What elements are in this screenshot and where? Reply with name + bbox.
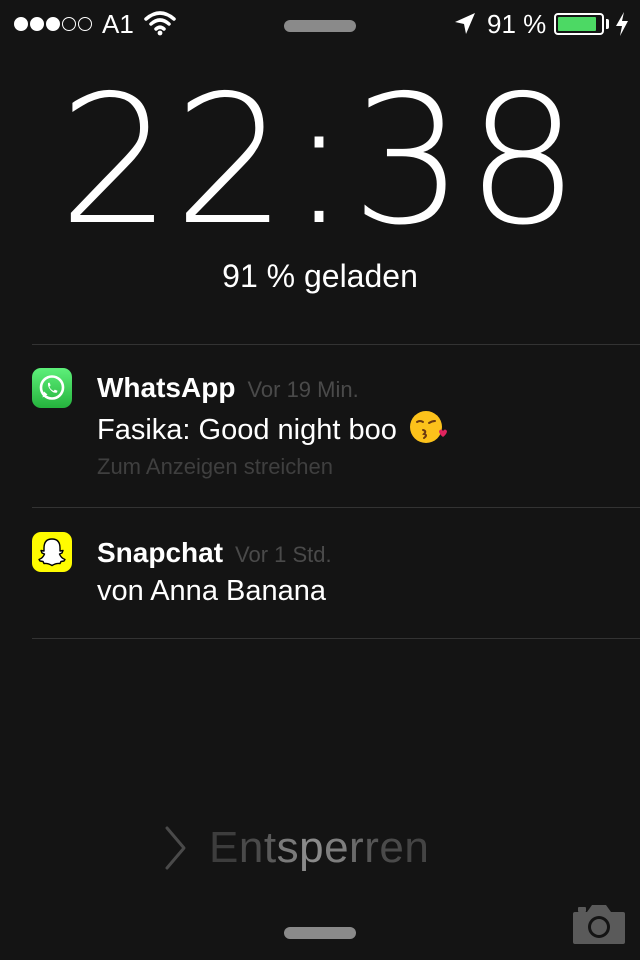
unlock-letter: s	[276, 823, 300, 872]
unlock-letter: n	[404, 823, 430, 872]
notification-snapchat[interactable]: Snapchat Vor 1 Std. von Anna Banana	[0, 508, 640, 638]
kissing-face-emoji-icon	[409, 411, 447, 443]
notification-message-row: Fasika: Good night boo	[97, 409, 447, 448]
notification-message: Fasika: Good night boo	[97, 414, 397, 446]
unlock-letter: E	[209, 823, 239, 872]
lock-screen-clock: 22:38	[0, 57, 640, 264]
notification-message: von Anna Banana	[97, 575, 326, 607]
battery-tip	[606, 19, 609, 29]
whatsapp-icon	[32, 368, 72, 408]
wifi-icon	[144, 11, 176, 36]
signal-dot-filled	[46, 17, 60, 31]
unlock-letter: r	[364, 823, 380, 872]
notification-whatsapp[interactable]: WhatsApp Vor 19 Min. Fasika: Good night b…	[0, 345, 640, 507]
unlock-letter: e	[379, 823, 405, 872]
clock-time: 22:38	[58, 57, 582, 264]
status-bar: A1 91 %	[0, 0, 640, 48]
carrier-name: A1	[102, 9, 134, 39]
control-center-grabber[interactable]	[284, 927, 356, 939]
notification-app-name: WhatsApp	[97, 372, 236, 403]
notification-center-grabber[interactable]	[284, 20, 356, 32]
signal-dot-empty	[78, 17, 92, 31]
signal-dot-filled	[14, 17, 28, 31]
signal-dot-filled	[30, 17, 44, 31]
unlock-label: Entsperren	[209, 822, 429, 874]
unlock-letter: p	[299, 823, 325, 872]
location-arrow-icon	[455, 13, 475, 34]
notification-app-name: Snapchat	[97, 537, 224, 568]
charging-status: 91 % geladen	[222, 258, 418, 294]
signal-strength-indicator	[14, 16, 92, 32]
snapchat-ghost-icon	[32, 532, 72, 572]
unlock-letter: r	[349, 823, 365, 872]
slide-to-unlock[interactable]: Entsperren	[0, 816, 640, 876]
notification-time: Vor 19 Min.	[247, 377, 359, 402]
battery-level-fill	[558, 17, 597, 31]
unlock-letter: n	[238, 823, 264, 872]
notification-header: WhatsApp Vor 19 Min.	[97, 371, 359, 407]
notification-header: Snapchat Vor 1 Std.	[97, 536, 332, 572]
notification-time: Vor 1 Std.	[235, 542, 332, 567]
charging-bolt-icon	[616, 12, 628, 36]
signal-dot-empty	[62, 17, 76, 31]
unlock-letter: t	[263, 823, 277, 872]
battery-icon	[554, 13, 604, 35]
camera-icon[interactable]	[571, 902, 627, 946]
divider	[32, 638, 640, 639]
chevron-right-icon	[165, 826, 186, 870]
notification-hint: Zum Anzeigen streichen	[97, 454, 334, 479]
unlock-letter: e	[324, 823, 350, 872]
battery-percent: 91 %	[487, 9, 547, 39]
